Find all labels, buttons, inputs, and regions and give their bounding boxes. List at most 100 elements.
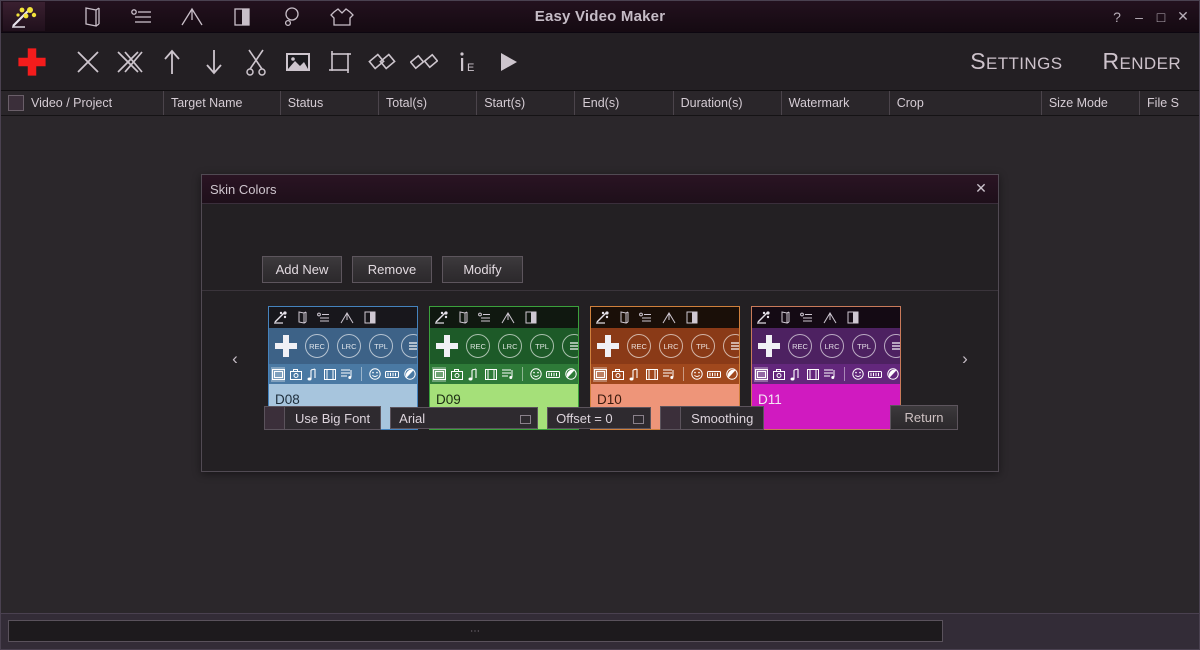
select-all-checkbox[interactable]: [8, 95, 24, 111]
smiley-icon: [368, 367, 382, 382]
dialog-title: Skin Colors: [210, 182, 276, 197]
dialog-close-icon[interactable]: ✕: [972, 179, 990, 197]
wand-icon: [596, 311, 610, 324]
list-icon: [478, 312, 491, 323]
maximize-button[interactable]: □: [1151, 5, 1171, 29]
remove-x-icon[interactable]: [71, 40, 105, 84]
dialog-divider: [202, 290, 998, 291]
skin-card-toolstrip: [591, 364, 739, 384]
font-family-select[interactable]: Arial: [390, 407, 538, 429]
circle-button-rec: REC: [788, 334, 812, 358]
frame-icon: [323, 367, 337, 382]
column-header-start[interactable]: Start(s): [477, 91, 575, 115]
column-header-file-size[interactable]: File S: [1140, 91, 1199, 115]
add-plus-icon[interactable]: [15, 40, 49, 84]
minimize-button[interactable]: –: [1129, 5, 1149, 29]
list-icon[interactable]: [117, 1, 167, 32]
chevron-down-icon[interactable]: [520, 415, 531, 424]
frame-icon: [645, 367, 659, 382]
toolbar-right-actions: SETTINGS RENDER: [970, 33, 1181, 90]
camera-icon: [449, 367, 463, 382]
application-window: Easy Video Maker ? – □ ✕: [0, 0, 1200, 650]
triangle-icon: [823, 312, 837, 324]
keyboard-icon: [385, 367, 399, 382]
plus-icon: [275, 335, 297, 357]
circle-button-rec: REC: [466, 334, 490, 358]
app-logo-icon[interactable]: [3, 2, 45, 31]
remove-all-icon[interactable]: [113, 40, 147, 84]
checkbox-box[interactable]: [265, 407, 285, 429]
triangle-icon: [501, 312, 515, 324]
dialog-body: Add New Remove Modify ‹ › RECLRCTPLD08RE…: [202, 204, 998, 472]
music-note-icon: [789, 367, 803, 382]
contrast-icon: [403, 367, 417, 382]
main-toolbar: E SETTINGS RENDER: [1, 33, 1199, 91]
smoothing-checkbox[interactable]: Smoothing: [660, 406, 764, 430]
contrast-icon: [886, 367, 900, 382]
magnifier-icon[interactable]: [267, 1, 317, 32]
info-icon[interactable]: E: [449, 40, 483, 84]
add-new-button[interactable]: Add New: [262, 256, 342, 283]
frame-icon: [806, 367, 820, 382]
next-skins-arrow[interactable]: ›: [956, 349, 974, 369]
smoothing-label: Smoothing: [681, 407, 763, 429]
move-down-icon[interactable]: [197, 40, 231, 84]
column-header-total[interactable]: Total(s): [379, 91, 477, 115]
book-icon[interactable]: [67, 1, 117, 32]
settings-button[interactable]: SETTINGS: [970, 48, 1062, 75]
column-label: Crop: [897, 96, 924, 110]
render-button[interactable]: RENDER: [1102, 48, 1181, 75]
font-family-value: Arial: [399, 411, 425, 426]
use-big-font-label: Use Big Font: [285, 407, 380, 429]
column-header-duration[interactable]: Duration(s): [674, 91, 782, 115]
column-header-video-project[interactable]: Video / Project: [1, 91, 164, 115]
close-button[interactable]: ✕: [1173, 5, 1193, 29]
camera-icon: [288, 367, 302, 382]
skin-card-header: RECLRCTPL: [430, 328, 578, 364]
triangle-icon[interactable]: [167, 1, 217, 32]
title-bar: Easy Video Maker ? – □ ✕: [1, 1, 1199, 33]
return-button[interactable]: Return: [890, 405, 958, 430]
remove-button[interactable]: Remove: [352, 256, 432, 283]
toolstrip-divider: [361, 367, 362, 381]
help-button[interactable]: ?: [1107, 5, 1127, 29]
image-icon[interactable]: [281, 40, 315, 84]
split-panel-icon[interactable]: [217, 1, 267, 32]
wand-icon: [274, 311, 288, 324]
plus-icon: [436, 335, 458, 357]
book-icon: [298, 311, 307, 324]
menu-circle-icon: [884, 334, 901, 358]
skin-card-header: RECLRCTPL: [752, 328, 900, 364]
column-label: Watermark: [789, 96, 850, 110]
column-header-end[interactable]: End(s): [575, 91, 673, 115]
window-controls: ? – □ ✕: [1107, 1, 1193, 32]
playlist-icon: [502, 367, 516, 382]
menu-circle-icon: [401, 334, 418, 358]
skin-card-toolstrip: [269, 364, 417, 384]
music-note-icon: [467, 367, 481, 382]
use-big-font-checkbox[interactable]: Use Big Font: [264, 406, 381, 430]
unlink-icon[interactable]: [407, 40, 441, 84]
offset-select[interactable]: Offset = 0: [547, 407, 651, 429]
column-header-size-mode[interactable]: Size Mode: [1042, 91, 1140, 115]
monitor-icon: [593, 367, 607, 382]
chevron-down-icon[interactable]: [633, 415, 644, 424]
column-header-status[interactable]: Status: [281, 91, 379, 115]
checkbox-box[interactable]: [661, 407, 681, 429]
circle-button-tpl: TPL: [369, 334, 393, 358]
skin-card-d11[interactable]: RECLRCTPLD11: [751, 306, 901, 430]
play-icon[interactable]: [491, 40, 525, 84]
shirt-icon[interactable]: [317, 1, 367, 32]
prev-skins-arrow[interactable]: ‹: [226, 349, 244, 369]
move-up-icon[interactable]: [155, 40, 189, 84]
modify-button[interactable]: Modify: [442, 256, 523, 283]
contrast-icon: [564, 367, 578, 382]
column-header-watermark[interactable]: Watermark: [782, 91, 890, 115]
column-header-crop[interactable]: Crop: [890, 91, 1042, 115]
column-header-target-name[interactable]: Target Name: [164, 91, 281, 115]
link-icon[interactable]: [365, 40, 399, 84]
column-label: Video / Project: [31, 96, 112, 110]
scissors-icon[interactable]: [239, 40, 273, 84]
crop-icon[interactable]: [323, 40, 357, 84]
split-panel-icon: [686, 311, 698, 324]
